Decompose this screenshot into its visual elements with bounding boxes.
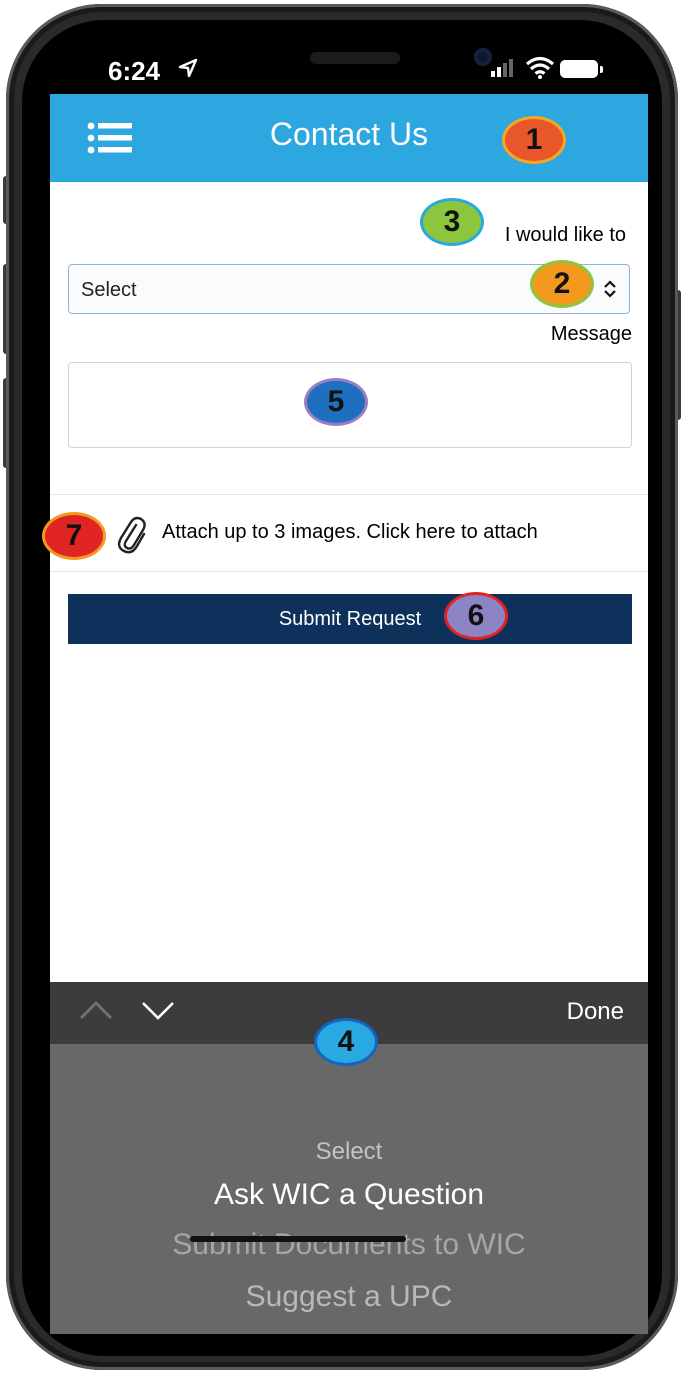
earpiece-speaker <box>310 52 400 64</box>
message-label: Message <box>550 323 632 345</box>
option-picker-wheel[interactable]: Select Ask WIC a Question Submit Documen… <box>50 1044 648 1334</box>
home-indicator[interactable] <box>190 1236 406 1242</box>
cellular-signal-icon <box>491 59 513 77</box>
status-time: 6:24 <box>108 56 161 86</box>
wifi-icon <box>525 56 555 79</box>
picker-option[interactable]: Submit Documents to WIC <box>50 1228 648 1262</box>
annotation-badge-6: 6 <box>444 592 508 640</box>
picker-option[interactable]: Select <box>50 1138 648 1166</box>
paperclip-icon <box>117 516 146 554</box>
annotation-badge-3: 3 <box>420 198 484 246</box>
up-down-chevron-icon <box>604 280 616 298</box>
status-bar: 6:24 <box>70 38 610 98</box>
request-type-label: I would like to <box>504 224 626 246</box>
location-arrow-icon <box>178 58 198 78</box>
request-type-select-value: Select <box>81 279 137 301</box>
picker-option[interactable]: Suggest a UPC <box>50 1280 648 1314</box>
annotation-badge-1: 1 <box>502 116 566 164</box>
previous-field-chevron-up-icon[interactable] <box>78 998 114 1022</box>
annotation-badge-4: 4 <box>314 1018 378 1066</box>
battery-icon <box>560 60 603 78</box>
annotation-badge-7: 7 <box>42 512 106 560</box>
next-field-chevron-down-icon[interactable] <box>140 998 176 1022</box>
attach-images-text: Attach up to 3 images. Click here to att… <box>162 521 538 543</box>
annotation-badge-5: 5 <box>304 378 368 426</box>
attach-images-row[interactable]: Attach up to 3 images. Click here to att… <box>50 494 648 572</box>
done-button[interactable]: Done <box>567 998 624 1026</box>
annotation-badge-2: 2 <box>530 260 594 308</box>
submit-request-button[interactable]: Submit Request <box>68 594 632 644</box>
picker-option-selected[interactable]: Ask WIC a Question <box>50 1178 648 1212</box>
